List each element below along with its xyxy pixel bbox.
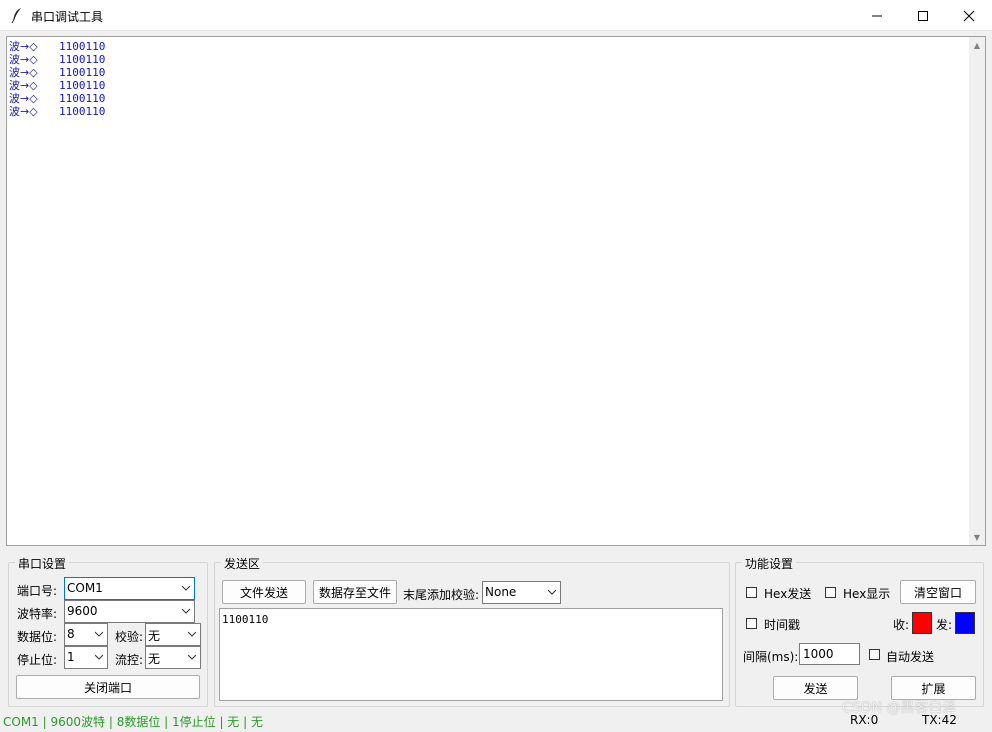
title-bar: 串口调试工具 bbox=[0, 0, 992, 31]
receive-line: 波→◇ 1100110 bbox=[9, 92, 105, 105]
close-button[interactable] bbox=[946, 0, 992, 31]
stopbits-label: 停止位: bbox=[17, 653, 58, 667]
maximize-button[interactable] bbox=[900, 0, 946, 31]
receive-line: 波→◇ 1100110 bbox=[9, 105, 105, 118]
flow-select[interactable]: 无 bbox=[145, 646, 201, 669]
auto-send-checkbox[interactable] bbox=[869, 649, 880, 660]
chevron-down-icon bbox=[95, 631, 103, 637]
window-title: 串口调试工具 bbox=[31, 10, 104, 24]
checksum-select[interactable]: None bbox=[482, 581, 561, 604]
send-area-title: 发送区 bbox=[221, 555, 264, 572]
status-port-info: COM1 | 9600波特 | 8数据位 | 1停止位 | 无 | 无 bbox=[3, 715, 263, 729]
receive-line: 波→◇ 1100110 bbox=[9, 53, 105, 66]
maximize-icon bbox=[918, 10, 928, 21]
baud-label: 波特率: bbox=[17, 607, 58, 621]
interval-input[interactable]: 1000 bbox=[799, 643, 860, 665]
port-value: COM1 bbox=[67, 581, 103, 595]
scroll-up-icon[interactable]: ▲ bbox=[969, 38, 985, 52]
receive-line-prefix: 波→◇ bbox=[9, 92, 38, 105]
send-color-label: 发: bbox=[936, 618, 953, 632]
chevron-down-icon bbox=[182, 608, 190, 614]
receive-line-prefix: 波→◇ bbox=[9, 79, 38, 92]
save-to-file-button[interactable]: 数据存至文件 bbox=[313, 580, 397, 604]
watermark: CSDN @黑客白泽 bbox=[842, 700, 957, 716]
hex-send-checkbox[interactable] bbox=[746, 587, 757, 598]
databits-select[interactable]: 8 bbox=[64, 623, 108, 646]
receive-line-value: 1100110 bbox=[59, 105, 106, 118]
baud-select[interactable]: 9600 bbox=[64, 600, 195, 623]
databits-value: 8 bbox=[67, 627, 75, 641]
receive-line-value: 1100110 bbox=[59, 92, 106, 105]
scroll-thumb[interactable] bbox=[972, 53, 982, 529]
flow-value: 无 bbox=[148, 652, 161, 666]
receive-scrollbar[interactable]: ▲ ▼ bbox=[969, 37, 985, 545]
stopbits-value: 1 bbox=[67, 650, 75, 664]
receive-line: 波→◇ 1100110 bbox=[9, 79, 105, 92]
parity-value: 无 bbox=[148, 629, 161, 643]
timestamp-label: 时间戳 bbox=[764, 618, 801, 632]
feather-icon bbox=[11, 8, 21, 23]
function-settings-title: 功能设置 bbox=[742, 555, 797, 572]
minimize-button[interactable] bbox=[854, 0, 900, 31]
receive-line: 波→◇ 1100110 bbox=[9, 66, 105, 79]
recv-color-swatch[interactable] bbox=[912, 612, 932, 634]
clear-window-button[interactable]: 清空窗口 bbox=[900, 580, 976, 604]
interval-label: 间隔(ms): bbox=[743, 650, 799, 664]
parity-select[interactable]: 无 bbox=[145, 623, 201, 646]
receive-line-prefix: 波→◇ bbox=[9, 53, 38, 66]
receive-line-value: 1100110 bbox=[59, 66, 106, 79]
receive-line-prefix: 波→◇ bbox=[9, 40, 38, 53]
scroll-down-icon[interactable]: ▼ bbox=[969, 530, 985, 544]
send-text-area[interactable]: 1100110 bbox=[219, 608, 723, 701]
receive-line-prefix: 波→◇ bbox=[9, 105, 38, 118]
port-label: 端口号: bbox=[17, 584, 58, 598]
close-port-button[interactable]: 关闭端口 bbox=[16, 675, 200, 699]
hex-display-label: Hex显示 bbox=[843, 587, 891, 601]
receive-line: 波→◇ 1100110 bbox=[9, 40, 105, 53]
close-icon bbox=[963, 10, 975, 21]
chevron-down-icon bbox=[188, 654, 196, 660]
hex-display-checkbox[interactable] bbox=[825, 587, 836, 598]
baud-value: 9600 bbox=[67, 604, 98, 618]
receive-line-value: 1100110 bbox=[59, 40, 106, 53]
receive-line-value: 1100110 bbox=[59, 53, 106, 66]
file-send-button[interactable]: 文件发送 bbox=[222, 580, 306, 604]
chevron-down-icon bbox=[95, 654, 103, 660]
receive-text-area[interactable]: 波→◇ 1100110 波→◇ 1100110 波→◇ 1100110 波→◇ 1100… bbox=[6, 36, 986, 546]
parity-label: 校验: bbox=[115, 630, 144, 644]
send-color-swatch[interactable] bbox=[955, 612, 975, 634]
timestamp-checkbox[interactable] bbox=[746, 618, 757, 629]
port-settings-title: 串口设置 bbox=[15, 555, 70, 572]
receive-line-prefix: 波→◇ bbox=[9, 66, 38, 79]
port-select[interactable]: COM1 bbox=[64, 577, 195, 600]
chevron-down-icon bbox=[188, 631, 196, 637]
stopbits-select[interactable]: 1 bbox=[64, 646, 108, 669]
receive-line-value: 1100110 bbox=[59, 79, 106, 92]
recv-color-label: 收: bbox=[893, 618, 910, 632]
minimize-icon bbox=[872, 15, 882, 16]
receive-lines: 波→◇ 1100110 波→◇ 1100110 波→◇ 1100110 波→◇ 1100… bbox=[9, 40, 105, 118]
chevron-down-icon bbox=[182, 585, 190, 591]
checksum-label: 末尾添加校验: bbox=[403, 588, 480, 602]
hex-send-label: Hex发送 bbox=[764, 587, 812, 601]
flow-label: 流控: bbox=[115, 653, 144, 667]
auto-send-label: 自动发送 bbox=[886, 650, 935, 664]
databits-label: 数据位: bbox=[17, 630, 58, 644]
chevron-down-icon bbox=[548, 589, 556, 595]
checksum-value: None bbox=[485, 585, 517, 599]
